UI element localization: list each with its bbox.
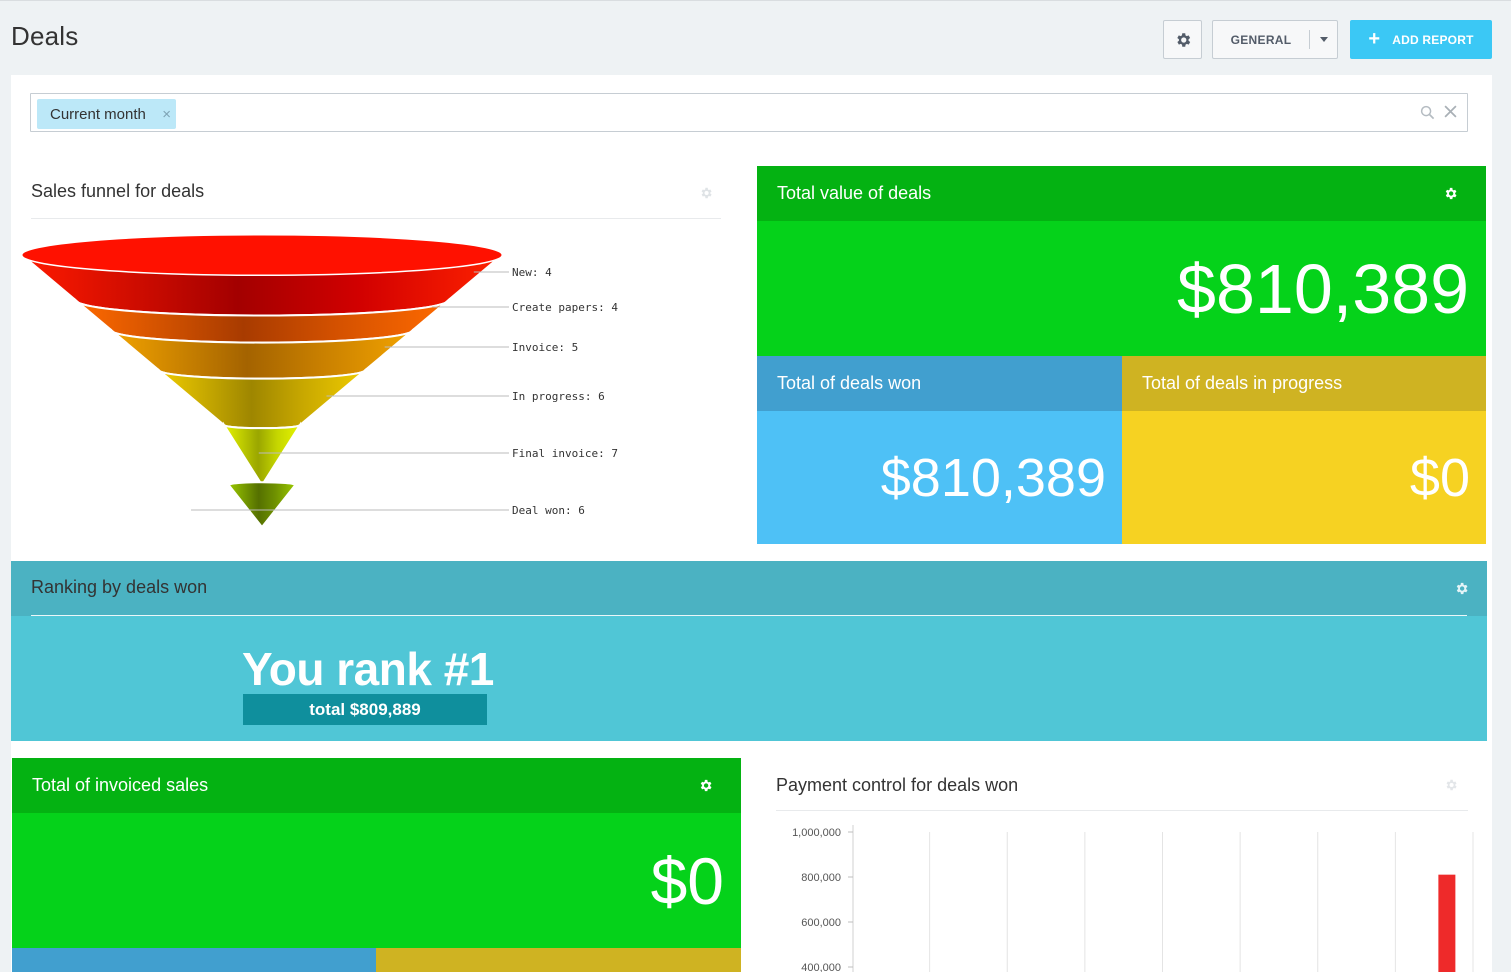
ranking-body: You rank #1 total $809,889: [11, 616, 1487, 741]
dashboard-content: Current month × Sales funnel for deals N…: [11, 75, 1492, 972]
invoiced-amount: $0: [12, 813, 741, 948]
ranking-title: Ranking by deals won: [31, 577, 208, 597]
close-icon[interactable]: [1444, 105, 1457, 123]
funnel-stage[interactable]: [157, 367, 367, 430]
y-tick-label: 400,000: [801, 962, 841, 972]
total-value-header: Total value of deals: [757, 166, 1486, 221]
filter-search-input[interactable]: Current month ×: [30, 93, 1468, 132]
payment-chart: 1,000,000 800,000 600,000 400,000: [792, 825, 1474, 972]
chart-bar[interactable]: [1438, 874, 1456, 972]
general-label: GENERAL: [1230, 32, 1292, 47]
ranking-widget: Ranking by deals won You rank #1 total $…: [11, 561, 1487, 741]
plus-icon: +: [1368, 27, 1381, 50]
total-value-gear-icon[interactable]: [1443, 185, 1458, 206]
y-tick-label: 800,000: [801, 872, 841, 884]
page-title: Deals: [11, 21, 79, 51]
total-value-title: Total value of deals: [777, 183, 932, 203]
search-icon[interactable]: [1420, 105, 1435, 125]
invoiced-title: Total of invoiced sales: [32, 775, 209, 795]
add-report-label: ADD REPORT: [1392, 32, 1474, 47]
funnel-widget-title: Sales funnel for deals: [31, 181, 205, 201]
top-bar: Deals GENERAL + ADD REPORT: [0, 0, 1511, 75]
general-dropdown[interactable]: GENERAL: [1212, 20, 1338, 59]
funnel-stage[interactable]: [227, 481, 297, 529]
sales-funnel-chart: New: 4 Create papers: 4 Invoice: 5 In progr…: [20, 234, 618, 529]
chip-remove-icon[interactable]: ×: [162, 106, 171, 123]
invoiced-sub-panel-yellow: [376, 948, 741, 972]
deals-won-title: Total of deals won: [757, 356, 1122, 411]
invoiced-gear-icon[interactable]: [698, 777, 713, 798]
add-report-button[interactable]: + ADD REPORT: [1350, 20, 1492, 59]
y-tick-label: 600,000: [801, 917, 841, 929]
rank-headline: You rank #1: [242, 643, 494, 695]
funnel-settings-gear-icon[interactable]: [699, 186, 713, 205]
rank-total-badge: total $809,889: [243, 694, 487, 725]
funnel-stage-label: Invoice: 5: [512, 341, 578, 354]
funnel-top-ellipse: [21, 234, 503, 276]
payment-widget-title: Payment control for deals won: [776, 775, 1019, 795]
funnel-stage-label: In progress: 6: [512, 390, 605, 403]
divider: [31, 218, 721, 219]
gear-icon: [1176, 32, 1190, 47]
invoiced-sub-panel-blue: [12, 948, 376, 972]
total-value-amount: $810,389: [757, 221, 1486, 356]
funnel-stage-label: Create papers: 4: [512, 301, 618, 314]
y-tick-label: 1,000,000: [792, 827, 841, 839]
deals-in-progress-widget: Total of deals in progress $0: [1122, 356, 1486, 544]
funnel-stage-label: Deal won: 6: [512, 504, 585, 517]
funnel-stage-label: New: 4: [512, 266, 552, 279]
invoiced-sales-widget: Total of invoiced sales $0: [12, 758, 741, 972]
chevron-down-icon[interactable]: [1310, 37, 1337, 42]
funnel-stage-label: Final invoice: 7: [512, 447, 618, 460]
ranking-gear-icon[interactable]: [1454, 581, 1469, 601]
filter-chip[interactable]: Current month ×: [37, 99, 176, 129]
deals-in-progress-title: Total of deals in progress: [1122, 356, 1486, 411]
deals-won-amount: $810,389: [757, 411, 1122, 544]
ranking-header: Ranking by deals won: [11, 561, 1487, 616]
total-value-widget: Total value of deals $810,389 Total of d…: [757, 166, 1486, 544]
deals-in-progress-amount: $0: [1122, 411, 1486, 544]
filter-chip-label: Current month: [50, 105, 146, 123]
settings-button[interactable]: [1163, 20, 1202, 59]
payment-gear-icon[interactable]: [1444, 778, 1458, 797]
invoiced-header: Total of invoiced sales: [12, 758, 741, 813]
deals-won-widget: Total of deals won $810,389: [757, 356, 1122, 544]
funnel-stage[interactable]: [222, 421, 302, 487]
divider: [776, 810, 1468, 811]
